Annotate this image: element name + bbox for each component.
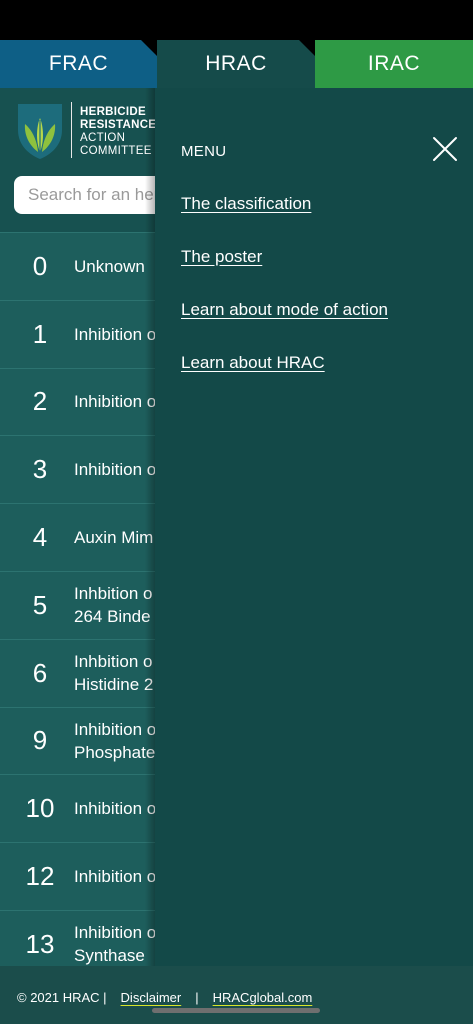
leaf-shield-icon <box>18 104 62 159</box>
group-number: 3 <box>32 454 48 485</box>
app-tabs: FRAC HRAC IRAC <box>0 40 473 88</box>
copyright-text: © 2021 HRAC | <box>17 990 107 1005</box>
group-number: 1 <box>32 318 48 349</box>
menu-link-about-hrac[interactable]: Learn about HRAC <box>181 353 325 373</box>
footer-separator: | <box>195 990 199 1005</box>
tab-irac[interactable]: IRAC <box>315 40 473 88</box>
disclaimer-link[interactable]: Disclaimer <box>121 990 182 1005</box>
logo-divider <box>71 102 72 158</box>
home-indicator[interactable] <box>152 1008 320 1013</box>
close-icon[interactable] <box>431 135 459 163</box>
hrac-site-link[interactable]: HRACglobal.com <box>213 990 313 1005</box>
menu-link-classification[interactable]: The classification <box>181 194 311 214</box>
tab-irac-label: IRAC <box>367 52 421 75</box>
menu-link-mode-of-action[interactable]: Learn about mode of action <box>181 300 388 320</box>
tab-notch <box>141 40 157 56</box>
group-number: 2 <box>32 386 48 417</box>
group-number: 5 <box>32 589 48 620</box>
group-number: 12 <box>25 861 55 892</box>
group-number: 9 <box>32 725 48 756</box>
menu-title: MENU <box>181 143 227 160</box>
status-bar <box>0 0 473 40</box>
group-number: 10 <box>25 793 55 824</box>
side-menu: MENU The classification The poster Learn… <box>155 88 473 966</box>
footer: © 2021 HRAC | Disclaimer | HRACglobal.co… <box>0 966 473 1024</box>
tab-hrac[interactable]: HRAC <box>157 40 315 88</box>
group-number: 0 <box>32 250 48 281</box>
tab-frac-label: FRAC <box>48 52 109 75</box>
tab-hrac-label: HRAC <box>205 52 267 75</box>
group-number: 4 <box>32 522 48 553</box>
group-number: 6 <box>32 657 48 688</box>
tab-frac[interactable]: FRAC <box>0 40 157 88</box>
tab-notch <box>299 40 315 56</box>
group-number: 13 <box>25 928 55 959</box>
menu-link-poster[interactable]: The poster <box>181 247 262 267</box>
